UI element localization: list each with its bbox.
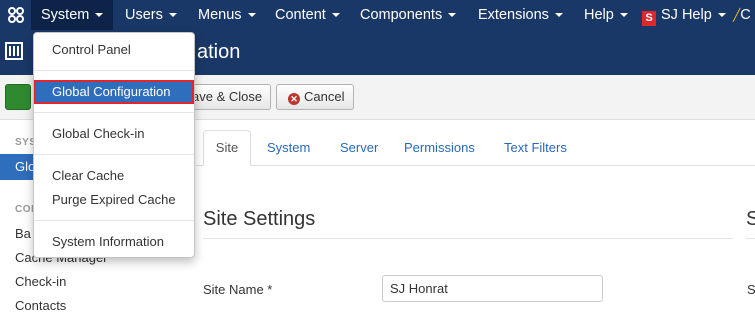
menu-item-system-information[interactable]: System Information: [52, 234, 164, 249]
tab-server[interactable]: Server: [340, 131, 378, 165]
save-button[interactable]: [5, 84, 31, 110]
nav-cut-item[interactable]: ╱C: [733, 0, 751, 30]
sidebar-item-check-in[interactable]: Check-in: [15, 274, 66, 289]
menu-item-global-configuration[interactable]: Global Configuration: [34, 80, 194, 104]
tab-system[interactable]: System: [267, 131, 310, 165]
chevron-down-icon: [247, 13, 256, 18]
chevron-down-icon: [717, 13, 726, 18]
sidebar-item-contacts[interactable]: Contacts: [15, 298, 66, 313]
menu-divider: [34, 112, 194, 113]
nav-extensions-label: Extensions: [478, 7, 549, 23]
menu-divider: [34, 154, 194, 155]
menu-divider: [34, 70, 194, 71]
site-name-input[interactable]: [382, 275, 603, 302]
system-dropdown-menu: Control Panel Global Configuration Globa…: [33, 32, 195, 258]
menu-item-clear-cache[interactable]: Clear Cache: [52, 168, 124, 183]
nav-menus[interactable]: Menus: [198, 0, 256, 30]
joomla-logo-icon[interactable]: [7, 6, 25, 24]
nav-sj-help-label: SJ Help: [661, 7, 712, 23]
menu-item-global-check-in[interactable]: Global Check-in: [52, 126, 145, 141]
nav-system[interactable]: System: [31, 0, 114, 30]
nav-components-label: Components: [360, 7, 443, 23]
secondary-field-label: S: [747, 282, 755, 297]
nav-content-label: Content: [275, 7, 326, 23]
chevron-down-icon: [619, 13, 628, 18]
nav-users-label: Users: [125, 7, 163, 23]
save-close-label: ave & Close: [192, 89, 263, 104]
cancel-icon: ✕: [288, 93, 300, 105]
cancel-label: Cancel: [304, 89, 345, 104]
chevron-down-icon: [554, 13, 563, 18]
chevron-down-icon: [448, 13, 457, 18]
nav-cut-label: C: [740, 7, 751, 23]
section-title-site-settings: Site Settings: [203, 208, 316, 230]
section-divider: [203, 238, 733, 239]
sidebar-item-banners[interactable]: Ba: [15, 226, 31, 241]
chevron-down-icon: [331, 13, 340, 18]
nav-users[interactable]: Users: [125, 0, 177, 30]
cancel-button[interactable]: ✕ Cancel: [276, 84, 354, 110]
nav-sj-help[interactable]: S SJ Help: [642, 0, 726, 30]
chevron-down-icon: [95, 13, 104, 18]
menu-item-purge-expired-cache[interactable]: Purge Expired Cache: [52, 192, 176, 207]
tabs-divider: [196, 165, 755, 166]
menu-divider: [34, 220, 194, 221]
tab-text-filters[interactable]: Text Filters: [504, 131, 567, 165]
nav-extensions[interactable]: Extensions: [478, 0, 563, 30]
nav-help-label: Help: [584, 7, 614, 23]
section-title-secondary: S: [746, 208, 755, 230]
tab-site[interactable]: Site: [203, 130, 251, 166]
sj-logo-icon: S: [642, 11, 656, 26]
nav-help[interactable]: Help: [584, 0, 628, 30]
tab-permissions[interactable]: Permissions: [404, 131, 475, 165]
config-sliders-icon: [5, 42, 23, 60]
page-title: ation: [197, 41, 241, 63]
nav-content[interactable]: Content: [275, 0, 340, 30]
menu-item-control-panel[interactable]: Control Panel: [52, 42, 131, 57]
section-divider-secondary: [746, 238, 755, 239]
chevron-down-icon: [168, 13, 177, 18]
top-navbar: System Users Menus Content Components Ex…: [0, 0, 755, 30]
site-name-label: Site Name *: [203, 282, 273, 297]
nav-menus-label: Menus: [198, 7, 242, 23]
nav-components[interactable]: Components: [360, 0, 457, 30]
nav-system-label: System: [41, 7, 90, 23]
